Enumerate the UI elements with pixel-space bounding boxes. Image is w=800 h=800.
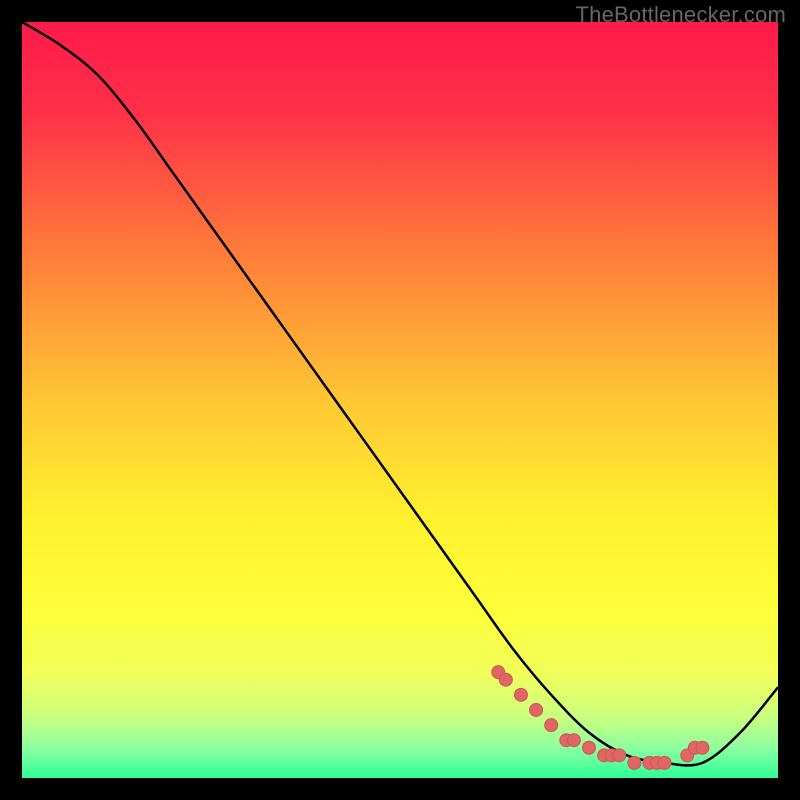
data-marker <box>696 741 709 754</box>
chart-frame: TheBottlenecker.com <box>0 0 800 800</box>
data-marker <box>530 703 543 716</box>
data-marker <box>583 741 596 754</box>
data-marker <box>658 756 671 769</box>
data-marker <box>567 734 580 747</box>
data-marker <box>514 688 527 701</box>
attribution-label: TheBottlenecker.com <box>576 2 786 28</box>
plot-area <box>22 22 778 778</box>
data-marker <box>628 756 641 769</box>
chart-svg <box>22 22 778 778</box>
gradient-background <box>22 22 778 778</box>
data-marker <box>545 719 558 732</box>
data-marker <box>499 673 512 686</box>
data-marker <box>613 749 626 762</box>
